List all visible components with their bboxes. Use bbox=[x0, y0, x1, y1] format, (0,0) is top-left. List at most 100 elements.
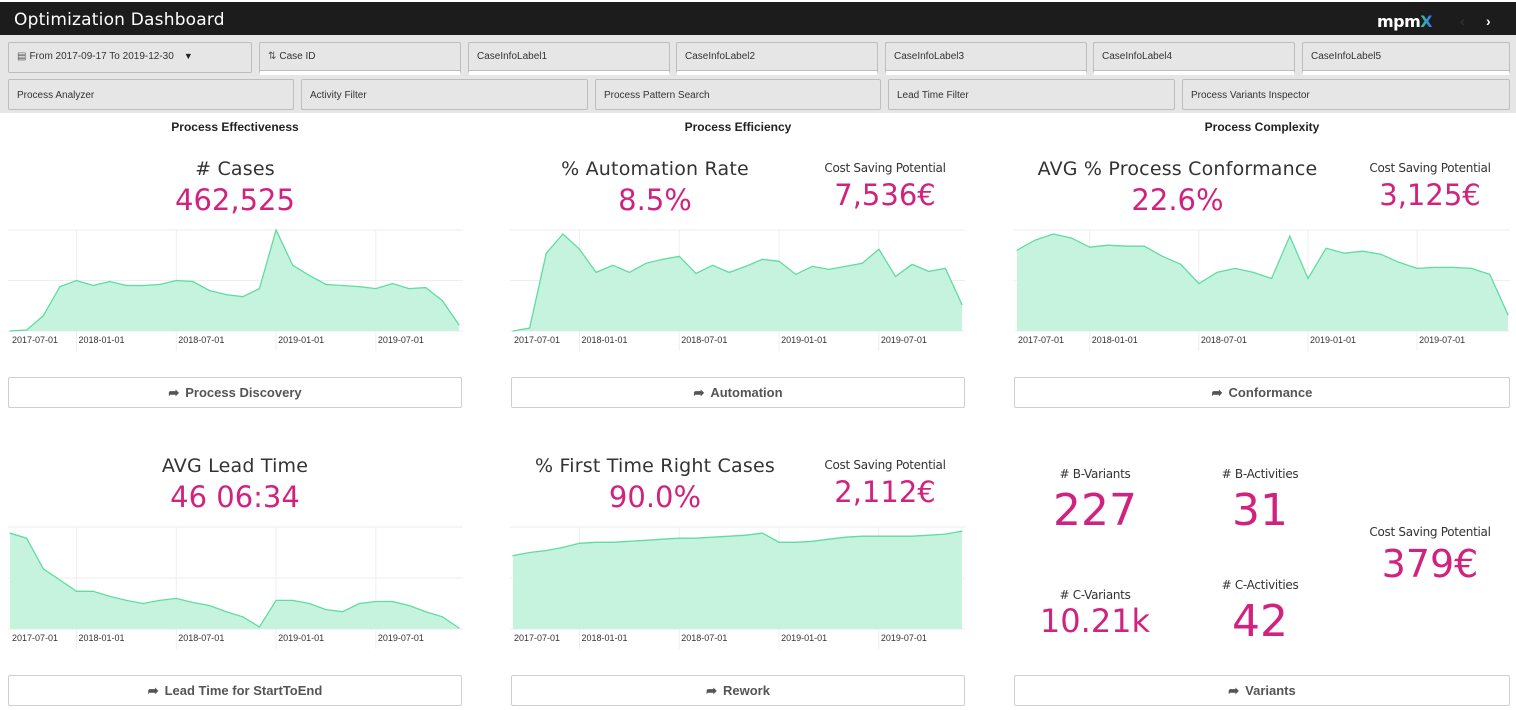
data-point bbox=[795, 273, 797, 275]
data-point bbox=[325, 609, 327, 611]
x-tick-label: 2019-07-01 bbox=[378, 335, 424, 345]
dropdown-arrow-icon[interactable]: ▼ bbox=[184, 51, 193, 61]
case-id-filter[interactable]: ⇅ Case ID bbox=[259, 42, 461, 75]
data-point bbox=[1198, 282, 1200, 285]
conformance-area-chart[interactable]: 2017-07-01 2018-01-01 2018-07-01 2019-01-01… bbox=[1014, 225, 1510, 351]
data-point bbox=[209, 290, 211, 292]
area-fill bbox=[513, 531, 962, 629]
calendar-icon: ▤ bbox=[17, 51, 27, 62]
share-arrow-icon: ➦ bbox=[706, 683, 717, 698]
lead-time-button[interactable]: ➦ Lead Time for StartToEnd bbox=[8, 675, 462, 706]
automation-button[interactable]: ➦ Automation bbox=[511, 377, 965, 408]
button-label: Rework bbox=[722, 683, 770, 698]
title-bar: Optimization Dashboard mpmX ‹ › bbox=[0, 0, 1516, 35]
variants-button[interactable]: ➦ Variants bbox=[1014, 675, 1510, 706]
case-info-filter-4[interactable]: CaseInfoLabel4 bbox=[1093, 42, 1295, 75]
data-point bbox=[59, 286, 61, 288]
data-point bbox=[878, 248, 880, 250]
case-info-filter-3[interactable]: CaseInfoLabel3 bbox=[885, 42, 1087, 75]
b-activities-label: # B-Activities bbox=[1221, 467, 1299, 481]
conformance-label: AVG % Process Conformance bbox=[1037, 158, 1318, 180]
data-point bbox=[1325, 247, 1327, 249]
data-point bbox=[1252, 271, 1254, 273]
ftr-csp-value: 2,112€ bbox=[834, 475, 936, 509]
data-point bbox=[1452, 266, 1454, 268]
app-link-lead-time-filter[interactable]: Lead Time Filter bbox=[888, 79, 1175, 110]
data-point bbox=[961, 530, 963, 532]
data-point bbox=[861, 262, 863, 264]
app-link-label: Process Variants Inspector bbox=[1191, 90, 1310, 101]
case-info-label: CaseInfoLabel4 bbox=[1102, 51, 1173, 62]
app-link-process-variants-inspector[interactable]: Process Variants Inspector bbox=[1182, 79, 1510, 110]
x-tick-label: 2018-01-01 bbox=[582, 633, 628, 643]
x-tick-label: 2017-07-01 bbox=[12, 335, 58, 345]
case-info-filter-2[interactable]: CaseInfoLabel2 bbox=[676, 42, 878, 75]
button-label: Process Discovery bbox=[185, 385, 302, 400]
data-point bbox=[628, 540, 630, 542]
button-label: Conformance bbox=[1228, 385, 1313, 400]
data-point bbox=[944, 533, 946, 535]
data-point bbox=[712, 264, 714, 266]
data-point bbox=[828, 538, 830, 540]
cases-label: # Cases bbox=[195, 158, 275, 180]
case-info-label: CaseInfoLabel2 bbox=[685, 51, 756, 62]
data-point bbox=[1107, 244, 1109, 246]
data-point bbox=[26, 537, 28, 539]
date-range-filter[interactable]: ▤ From 2017-09-17 To 2019-12-30 ▼ bbox=[8, 42, 252, 73]
share-arrow-icon: ➦ bbox=[168, 385, 180, 400]
data-point bbox=[578, 542, 581, 544]
process-discovery-button[interactable]: ➦ Process Discovery bbox=[8, 377, 462, 408]
app-link-label: Lead Time Filter bbox=[897, 90, 969, 101]
data-point bbox=[242, 616, 244, 618]
conformance-button[interactable]: ➦ Conformance bbox=[1014, 377, 1510, 408]
app-link-process-pattern-search[interactable]: Process Pattern Search bbox=[595, 79, 881, 110]
data-point bbox=[845, 536, 847, 538]
data-point bbox=[728, 271, 730, 273]
section-title-efficiency: Process Efficiency bbox=[684, 120, 792, 134]
data-point bbox=[92, 590, 94, 592]
lead-time-value: 46 06:34 bbox=[170, 480, 300, 514]
data-point bbox=[1398, 261, 1400, 263]
x-tick-label: 2019-01-01 bbox=[278, 335, 324, 345]
lead-time-label: AVG Lead Time bbox=[161, 455, 309, 477]
data-point bbox=[811, 265, 813, 267]
app-link-label: Process Analyzer bbox=[17, 90, 95, 101]
data-point bbox=[662, 258, 664, 260]
lead-time-area-chart[interactable]: 2017-07-01 2018-01-01 2018-07-01 2019-01-01… bbox=[8, 522, 463, 649]
data-point bbox=[1507, 314, 1509, 316]
button-label: Lead Time for StartToEnd bbox=[164, 683, 323, 698]
data-point bbox=[275, 229, 277, 231]
data-point bbox=[944, 267, 946, 269]
automation-rate-value: 8.5% bbox=[618, 183, 692, 217]
data-point bbox=[391, 282, 394, 285]
data-point bbox=[325, 283, 327, 286]
x-tick-label: 2019-07-01 bbox=[881, 633, 927, 643]
cases-area-chart[interactable]: 2017-07-01 2018-01-01 2018-07-01 2019-01-01… bbox=[8, 225, 463, 351]
case-id-label: Case ID bbox=[279, 51, 316, 62]
data-point bbox=[458, 627, 460, 629]
case-info-filter-5[interactable]: CaseInfoLabel5 bbox=[1302, 42, 1510, 75]
case-info-filter-1[interactable]: CaseInfoLabel1 bbox=[468, 42, 670, 75]
x-tick-label: 2017-07-01 bbox=[1018, 335, 1064, 345]
automation-csp-value: 7,536€ bbox=[834, 178, 936, 212]
data-point bbox=[225, 611, 227, 613]
next-sheet-icon[interactable]: › bbox=[1486, 13, 1491, 29]
app-link-process-analyzer[interactable]: Process Analyzer bbox=[8, 79, 294, 110]
rework-button[interactable]: ➦ Rework bbox=[511, 675, 965, 706]
x-tick-label: 2018-01-01 bbox=[79, 633, 125, 643]
data-point bbox=[292, 264, 294, 266]
data-point bbox=[745, 265, 747, 267]
data-point bbox=[1071, 237, 1073, 239]
previous-sheet-icon[interactable]: ‹ bbox=[1460, 13, 1465, 29]
ftr-area-chart[interactable]: 2017-07-01 2018-01-01 2018-07-01 2019-01-01… bbox=[510, 522, 965, 649]
automation-area-chart[interactable]: 2017-07-01 2018-01-01 2018-07-01 2019-01-01… bbox=[510, 225, 965, 351]
data-point bbox=[1416, 267, 1418, 269]
data-point bbox=[894, 535, 897, 537]
logo-accent: X bbox=[1420, 12, 1433, 31]
x-tick-label: 2019-01-01 bbox=[781, 633, 827, 643]
data-point bbox=[545, 549, 547, 552]
app-link-activity-filter[interactable]: Activity Filter bbox=[301, 79, 588, 110]
data-point bbox=[425, 611, 427, 613]
data-point bbox=[595, 271, 597, 273]
data-point bbox=[1161, 255, 1164, 257]
